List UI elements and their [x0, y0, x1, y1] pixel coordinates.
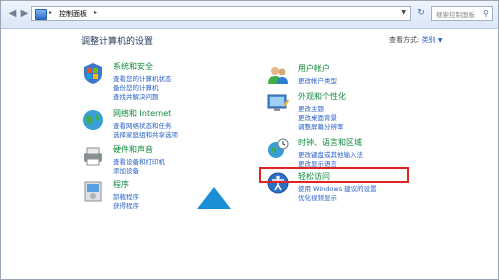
page-title: 调整计算机的设置: [81, 37, 154, 47]
category-link[interactable]: 选择家庭组和共享选项: [113, 129, 178, 139]
refresh-icon[interactable]: ↻: [414, 6, 428, 21]
category-clock-language-region: 时钟、语言和区域 更改键盘或其他输入法 更改显示语言: [266, 137, 446, 169]
category-system-security: 系统和安全 查看您的计算机状态 备份您的计算机 查找并解决问题: [81, 61, 241, 101]
category-title[interactable]: 程序: [113, 179, 129, 190]
pointer-arrow-icon: [197, 187, 231, 209]
breadcrumb-separator-icon[interactable]: ▸: [49, 9, 52, 16]
view-by-select[interactable]: 类别: [422, 36, 436, 44]
printer-icon: [84, 147, 102, 166]
users-icon: [268, 67, 288, 84]
appearance-icon: [267, 94, 289, 111]
control-panel-icon: [35, 9, 47, 20]
view-by-label: 查看方式:: [389, 36, 420, 44]
breadcrumb-control-panel[interactable]: 控制面板: [59, 9, 87, 19]
chevron-down-icon[interactable]: ▼: [438, 37, 443, 44]
category-title[interactable]: 系统和安全: [113, 61, 153, 72]
category-network-internet: 网络和 Internet 查看网络状态和任务 选择家庭组和共享选项: [81, 108, 241, 140]
category-title[interactable]: 用户帐户: [298, 63, 330, 74]
category-title[interactable]: 时钟、语言和区域: [298, 137, 362, 148]
category-link[interactable]: 更改帐户类型: [298, 75, 337, 85]
category-title[interactable]: 硬件和声音: [113, 144, 153, 155]
breadcrumb-separator-icon[interactable]: ▸: [94, 9, 97, 16]
category-appearance: 外观和个性化 更改主题 更改桌面背景 调整屏幕分辨率: [266, 91, 446, 131]
clock-globe-icon: [268, 138, 289, 158]
view-by: 查看方式: 类别 ▼: [389, 35, 442, 45]
control-panel-window: ◀ ▶ ▸ 控制面板 ▸ ▼ ↻ 搜索控制面板 ⚲ 调整计算机的设置 查看方式:…: [0, 0, 499, 280]
address-dropdown-icon[interactable]: ▼: [401, 9, 406, 16]
category-link[interactable]: 调整屏幕分辨率: [298, 121, 344, 131]
highlight-box: [259, 167, 409, 183]
programs-icon: [84, 181, 102, 202]
category-hardware-sound: 硬件和声音 查看设备和打印机 添加设备: [81, 144, 241, 176]
category-link[interactable]: 优化视频显示: [298, 192, 337, 202]
address-bar[interactable]: ▸ 控制面板 ▸ ▼: [31, 6, 411, 21]
category-title[interactable]: 网络和 Internet: [113, 108, 171, 119]
navigation-bar: ◀ ▶ ▸ 控制面板 ▸ ▼ ↻ 搜索控制面板 ⚲: [1, 1, 498, 29]
shield-flag-icon: [84, 63, 102, 84]
category-title[interactable]: 外观和个性化: [298, 91, 346, 102]
category-link[interactable]: 添加设备: [113, 165, 139, 175]
search-placeholder: 搜索控制面板: [436, 11, 475, 19]
category-link[interactable]: 查找并解决问题: [113, 91, 159, 101]
search-icon[interactable]: ⚲: [483, 9, 489, 18]
forward-arrow-icon[interactable]: ▶: [17, 6, 32, 21]
search-box[interactable]: 搜索控制面板 ⚲: [431, 6, 493, 21]
category-link[interactable]: 获得程序: [113, 200, 139, 210]
globe-network-icon: [83, 110, 103, 130]
category-user-accounts: 用户帐户 更改帐户类型: [266, 63, 446, 87]
